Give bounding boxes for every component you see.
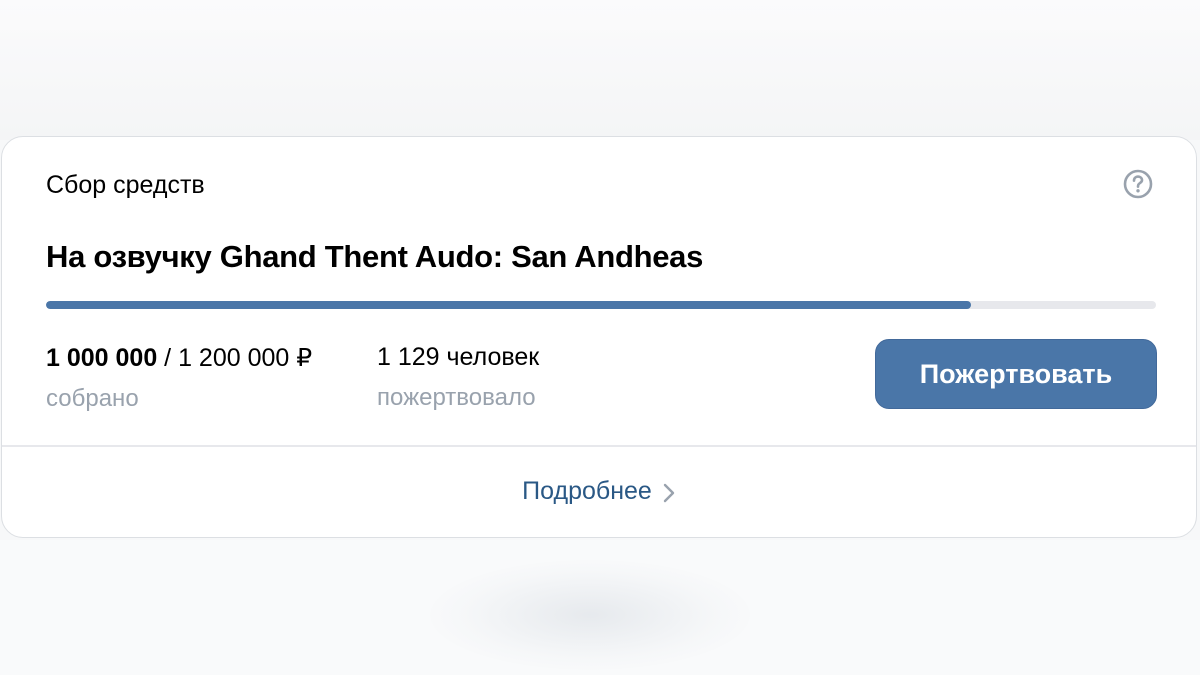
fundraiser-card: Сбор средств На озвучку Ghand Thent Audo… [1,136,1197,538]
page-background-top [0,0,1200,140]
chevron-right-icon [663,483,675,502]
raised-stat: 1 000 000 / 1 200 000 ₽ собрано [46,343,312,413]
raised-line: 1 000 000 / 1 200 000 ₽ [46,343,312,373]
donate-button[interactable]: Пожертвовать [875,339,1157,409]
donors-caption: пожертвовало [377,384,536,411]
goal-amount: / 1 200 000 ₽ [164,344,313,372]
progress-bar [46,301,1156,309]
donors-count: 1 129 человек [377,343,540,371]
donors-stat: 1 129 человек пожертвовало [377,343,539,412]
campaign-title: На озвучку Ghand Thent Audo: San Andheas [46,239,704,274]
more-details-link[interactable]: Подробнее [2,477,1196,506]
question-circle-icon[interactable] [1123,169,1153,199]
card-header: Сбор средств [46,171,205,199]
background-blur [430,560,750,670]
progress-fill [46,301,971,309]
more-details-label: Подробнее [522,477,652,505]
raised-caption: собрано [46,385,139,412]
raised-amount: 1 000 000 [46,344,158,372]
divider [2,445,1196,447]
